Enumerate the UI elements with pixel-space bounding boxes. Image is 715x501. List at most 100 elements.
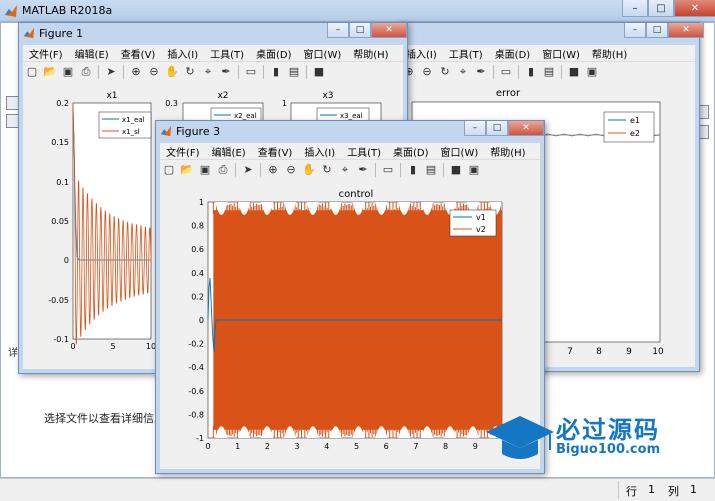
pan-icon[interactable]: ✋ bbox=[302, 163, 316, 177]
menu-insert[interactable]: 插入(I) bbox=[161, 45, 204, 61]
menu-file[interactable]: 文件(F) bbox=[160, 143, 206, 159]
legend: v1 v2 bbox=[449, 209, 497, 237]
hide-tools-icon[interactable]: ■ bbox=[449, 163, 463, 177]
row-value: 1 bbox=[648, 483, 655, 496]
menu-edit[interactable]: 编辑(E) bbox=[69, 45, 115, 61]
data-cursor-icon[interactable]: ⌖ bbox=[201, 65, 215, 79]
pan-icon[interactable]: ✋ bbox=[165, 65, 179, 79]
y-tick-label: -0.05 bbox=[48, 296, 69, 305]
rotate-icon[interactable]: ↻ bbox=[320, 163, 334, 177]
zoom-in-icon[interactable]: ⊕ bbox=[266, 163, 280, 177]
minimize-button[interactable]: – bbox=[464, 121, 486, 136]
colorbar-icon[interactable]: ▮ bbox=[269, 65, 283, 79]
x-tick-label: 5 bbox=[110, 342, 115, 351]
y-tick-label: 1 bbox=[282, 99, 287, 108]
close-button[interactable]: ✕ bbox=[508, 121, 544, 136]
figure-menu-bar: 插入(I) 工具(T) 桌面(D) 窗口(W) 帮助(H) bbox=[400, 45, 695, 61]
data-cursor-icon[interactable]: ⌖ bbox=[456, 65, 470, 79]
save-icon[interactable]: ▣ bbox=[61, 65, 75, 79]
x2-title: x2 bbox=[217, 91, 228, 101]
figure-menu-bar: 文件(F) 编辑(E) 查看(V) 插入(I) 工具(T) 桌面(D) 窗口(W… bbox=[160, 143, 540, 159]
zoom-out-icon[interactable]: ⊖ bbox=[147, 65, 161, 79]
menu-edit[interactable]: 编辑(E) bbox=[206, 143, 252, 159]
main-window-controls: – □ ✕ bbox=[622, 0, 715, 18]
y-tick-label: 0.15 bbox=[51, 138, 69, 147]
menu-desktop[interactable]: 桌面(D) bbox=[387, 143, 435, 159]
maximize-button[interactable]: □ bbox=[646, 23, 668, 38]
y-tick-label: 0.2 bbox=[56, 99, 69, 108]
x-tick-label: 6 bbox=[384, 442, 389, 451]
new-figure-icon[interactable]: ▢ bbox=[162, 163, 176, 177]
menu-window[interactable]: 窗口(W) bbox=[298, 45, 348, 61]
colorbar-icon[interactable]: ▮ bbox=[406, 163, 420, 177]
zoom-out-icon[interactable]: ⊖ bbox=[420, 65, 434, 79]
legend-icon[interactable]: ▤ bbox=[424, 163, 438, 177]
x1-x-ticks: 0 5 10 bbox=[70, 342, 156, 351]
hide-tools-icon[interactable]: ■ bbox=[312, 65, 326, 79]
legend-label: v1 bbox=[476, 213, 486, 222]
rotate-icon[interactable]: ↻ bbox=[183, 65, 197, 79]
zoom-out-icon[interactable]: ⊖ bbox=[284, 163, 298, 177]
show-tools-icon[interactable]: ▣ bbox=[467, 163, 481, 177]
figure-toolbar: ▢ 📂 ▣ ⎙ ➤ ⊕ ⊖ ✋ ↻ ⌖ ✒ ▭ ▮ ▤ ■ bbox=[23, 61, 403, 83]
x1-y-ticks: 0.2 0.15 0.1 0.05 0 -0.05 -0.1 bbox=[48, 99, 69, 344]
rotate-icon[interactable]: ↻ bbox=[438, 65, 452, 79]
print-icon[interactable]: ⎙ bbox=[79, 65, 93, 79]
minimize-button[interactable]: – bbox=[622, 0, 648, 17]
menu-desktop[interactable]: 桌面(D) bbox=[250, 45, 298, 61]
zoom-in-icon[interactable]: ⊕ bbox=[129, 65, 143, 79]
new-figure-icon[interactable]: ▢ bbox=[25, 65, 39, 79]
x-tick-label: 1 bbox=[235, 442, 240, 451]
x-tick-label: 0 bbox=[205, 442, 210, 451]
menu-file[interactable]: 文件(F) bbox=[23, 45, 69, 61]
hide-tools-icon[interactable]: ■ bbox=[567, 65, 581, 79]
menu-insert[interactable]: 插入(I) bbox=[298, 143, 341, 159]
menu-desktop[interactable]: 桌面(D) bbox=[489, 45, 537, 61]
menu-window[interactable]: 窗口(W) bbox=[435, 143, 485, 159]
x3-title: x3 bbox=[322, 91, 333, 101]
menu-tools[interactable]: 工具(T) bbox=[443, 45, 489, 61]
print-icon[interactable]: ⎙ bbox=[216, 163, 230, 177]
menu-tools[interactable]: 工具(T) bbox=[341, 143, 387, 159]
legend-icon[interactable]: ▤ bbox=[542, 65, 556, 79]
col-value: 1 bbox=[690, 483, 697, 496]
menu-tools[interactable]: 工具(T) bbox=[204, 45, 250, 61]
colorbar-icon[interactable]: ▮ bbox=[524, 65, 538, 79]
y-tick-label: -0.8 bbox=[188, 410, 204, 419]
maximize-button[interactable]: □ bbox=[349, 23, 371, 38]
legend-box bbox=[449, 209, 497, 237]
maximize-button[interactable]: □ bbox=[486, 121, 508, 136]
minimize-button[interactable]: – bbox=[624, 23, 646, 38]
menu-help[interactable]: 帮助(H) bbox=[586, 45, 633, 61]
menu-view[interactable]: 查看(V) bbox=[252, 143, 299, 159]
save-icon[interactable]: ▣ bbox=[198, 163, 212, 177]
maximize-button[interactable]: □ bbox=[648, 0, 674, 17]
legend-icon[interactable]: ▤ bbox=[287, 65, 301, 79]
menu-help[interactable]: 帮助(H) bbox=[484, 143, 531, 159]
link-icon[interactable]: ▭ bbox=[381, 163, 395, 177]
close-button[interactable]: ✕ bbox=[371, 23, 407, 38]
menu-view[interactable]: 查看(V) bbox=[115, 45, 162, 61]
link-icon[interactable]: ▭ bbox=[499, 65, 513, 79]
minimize-button[interactable]: – bbox=[327, 23, 349, 38]
x-ticks: 0 1 2 3 4 5 6 7 8 9 bbox=[205, 442, 477, 451]
menu-help[interactable]: 帮助(H) bbox=[347, 45, 394, 61]
pointer-icon[interactable]: ➤ bbox=[241, 163, 255, 177]
data-cursor-icon[interactable]: ⌖ bbox=[338, 163, 352, 177]
x-tick-label: 2 bbox=[265, 442, 270, 451]
link-icon[interactable]: ▭ bbox=[244, 65, 258, 79]
brush-icon[interactable]: ✒ bbox=[219, 65, 233, 79]
x-tick-label: 7 bbox=[567, 347, 573, 357]
status-bar: 行 1 列 1 bbox=[0, 478, 715, 501]
close-button[interactable]: ✕ bbox=[668, 23, 704, 38]
brush-icon[interactable]: ✒ bbox=[474, 65, 488, 79]
open-icon[interactable]: 📂 bbox=[180, 163, 194, 177]
show-tools-icon[interactable]: ▣ bbox=[585, 65, 599, 79]
open-icon[interactable]: 📂 bbox=[43, 65, 57, 79]
menu-window[interactable]: 窗口(W) bbox=[536, 45, 586, 61]
pointer-icon[interactable]: ➤ bbox=[104, 65, 118, 79]
y-tick-label: 0.05 bbox=[51, 217, 69, 226]
brush-icon[interactable]: ✒ bbox=[356, 163, 370, 177]
watermark-en: Biguo100.com bbox=[556, 442, 661, 457]
close-button[interactable]: ✕ bbox=[674, 0, 715, 17]
